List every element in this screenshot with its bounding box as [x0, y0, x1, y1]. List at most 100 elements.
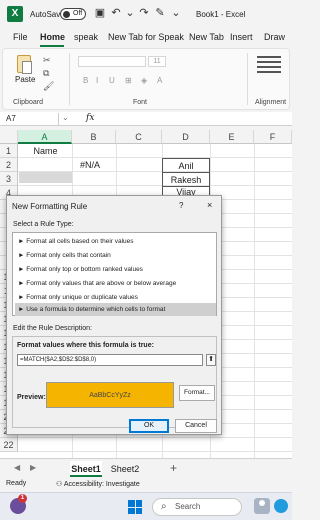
search-icon: ⌕ [161, 501, 167, 512]
collapse-dialog-icon[interactable]: ⬆ [206, 354, 216, 366]
format-button[interactable]: Format... [179, 385, 215, 401]
rule-type-item[interactable]: ► Format only top or bottom ranked value… [15, 263, 216, 276]
cell-b2[interactable]: #N/A [80, 158, 100, 172]
row-header[interactable]: 22 [0, 438, 18, 452]
font-group-label: Font [133, 99, 148, 106]
name-box-dropdown-icon[interactable]: ⌄ [62, 113, 69, 122]
add-sheet-button[interactable]: + [170, 461, 177, 475]
search-placeholder: Search [175, 502, 201, 511]
column-header-e[interactable]: E [210, 130, 254, 144]
toggle-knob [63, 11, 70, 18]
rule-type-item[interactable]: ► Format all cells based on their values [15, 235, 216, 248]
rule-type-item[interactable]: ► Format only cells that contain [15, 249, 216, 262]
underline-icon[interactable]: U [109, 76, 119, 86]
tab-draw[interactable]: Draw [264, 32, 285, 42]
sheet-tab-sheet1[interactable]: Sheet1 [70, 461, 102, 477]
windows-start-icon[interactable] [128, 500, 142, 514]
copy-icon[interactable]: ⧉ [43, 67, 55, 80]
fx-icon[interactable]: fx [86, 113, 94, 123]
paste-button[interactable]: Paste [15, 75, 35, 84]
row-gridline [18, 451, 292, 452]
status-bar: Ready ⚇ Accessibility: Investigate [0, 478, 292, 492]
undo-icon[interactable]: ↶ [110, 7, 122, 20]
status-ready: Ready [6, 480, 27, 487]
bold-icon[interactable]: B [83, 76, 93, 86]
rule-type-item[interactable]: ► Format only values that are above or b… [15, 277, 216, 290]
browser-icon[interactable] [274, 499, 288, 513]
font-color-icon[interactable]: A [157, 76, 167, 86]
column-header-d[interactable]: D [162, 130, 210, 144]
ribbon-tabs: File Home speak New Tab for Speak New Ta… [0, 29, 292, 47]
font-name-box[interactable] [78, 56, 146, 67]
group-divider [247, 53, 248, 105]
fill-color-icon[interactable]: ◈ [141, 76, 151, 86]
font-size-box[interactable]: 11 [148, 56, 166, 67]
ribbon: Paste ✂ ⧉ 🖌 Clipboard 11 B I U ⊞ ◈ A Fon… [2, 48, 290, 110]
user-avatar-icon[interactable] [254, 498, 270, 514]
preview-label: Preview: [17, 394, 46, 401]
help-icon[interactable]: ? [179, 201, 183, 210]
column-header-b[interactable]: B [72, 130, 116, 144]
column-header-c[interactable]: C [116, 130, 162, 144]
format-preview: AaBbCcYyZz [46, 382, 174, 408]
alignment-icon[interactable] [253, 53, 285, 87]
row-header[interactable]: 1 [0, 144, 18, 158]
excel-logo-icon: X [7, 6, 23, 22]
formula-input[interactable]: =MATCH($A2,$D$2:$D$8,0) [17, 354, 203, 366]
name-box[interactable]: A7 [3, 113, 59, 125]
selected-range-a2-a3[interactable] [19, 172, 72, 183]
column-header-f[interactable]: F [254, 130, 292, 144]
rule-type-list: ► Format all cells based on their values… [12, 232, 217, 316]
column-header-a[interactable]: A [18, 130, 72, 144]
active-tab-indicator [40, 45, 64, 47]
row-header[interactable]: 3 [0, 172, 18, 186]
title-bar: X AutoSave Off ▣ ↶ ⌄ ↷ ✎ ⌄ Book1 - Excel [0, 0, 292, 28]
sheet-prev-icon[interactable]: ◀ [14, 463, 20, 472]
clipboard-tools: ✂ ⧉ 🖌 [43, 54, 55, 93]
tab-file[interactable]: File [13, 32, 28, 42]
rule-type-item-selected[interactable]: ► Use a formula to determine which cells… [15, 303, 216, 316]
row-gridline [18, 437, 292, 438]
accessibility-icon: ⚇ [56, 481, 64, 488]
tab-speak[interactable]: speak [74, 32, 98, 42]
windows-taskbar: 1 ⌕ Search [0, 492, 292, 520]
group-divider [69, 53, 70, 105]
sheet-next-icon[interactable]: ▶ [30, 463, 36, 472]
redo-icon[interactable]: ↷ [138, 7, 150, 20]
customize-quick-access-icon[interactable]: ⌄ [170, 7, 182, 20]
borders-icon[interactable]: ⊞ [125, 76, 135, 86]
close-icon[interactable]: × [207, 200, 212, 210]
clipboard-group-label: Clipboard [13, 99, 43, 106]
autosave-state: Off [73, 10, 83, 17]
cut-icon[interactable]: ✂ [43, 54, 55, 67]
undo-dropdown-icon[interactable]: ⌄ [124, 7, 136, 20]
ok-button[interactable]: OK [129, 419, 169, 433]
cell-d3[interactable]: Rakesh [162, 172, 210, 186]
dialog-title: New Formatting Rule [12, 202, 88, 211]
notification-badge: 1 [18, 494, 27, 503]
edit-rule-description-label: Edit the Rule Description: [13, 325, 92, 332]
tab-new-tab[interactable]: New Tab [189, 32, 224, 42]
tab-home[interactable]: Home [40, 32, 65, 42]
paste-icon[interactable] [17, 55, 32, 74]
format-painter-icon[interactable]: 🖌 [43, 80, 55, 93]
sheet-tab-sheet2[interactable]: Sheet2 [108, 461, 142, 477]
row-header[interactable]: 2 [0, 158, 18, 172]
select-all-corner[interactable] [0, 130, 18, 144]
cancel-button[interactable]: Cancel [175, 419, 217, 433]
accessibility-status[interactable]: ⚇ Accessibility: Investigate [56, 480, 140, 488]
tab-insert[interactable]: Insert [230, 32, 253, 42]
cell-a1[interactable]: Name [19, 144, 72, 158]
italic-icon[interactable]: I [96, 76, 106, 86]
save-icon[interactable]: ▣ [94, 7, 106, 20]
taskbar-search[interactable]: ⌕ Search [152, 498, 242, 516]
formula-bar: A7 ⌄ fx [0, 112, 292, 126]
sheet-tab-bar: ◀ ▶ Sheet1 Sheet2 + [0, 458, 292, 478]
formula-label: Format values where this formula is true… [17, 342, 154, 349]
alignment-group-label: Alignment [255, 99, 287, 106]
cell-d2[interactable]: Anil [162, 158, 210, 172]
autosave-toggle[interactable]: Off [60, 8, 86, 20]
select-rule-type-label: Select a Rule Type: [13, 221, 74, 228]
format-painter-icon[interactable]: ✎ [154, 7, 166, 20]
tab-new-tab-for-speak[interactable]: New Tab for Speak [108, 32, 184, 42]
